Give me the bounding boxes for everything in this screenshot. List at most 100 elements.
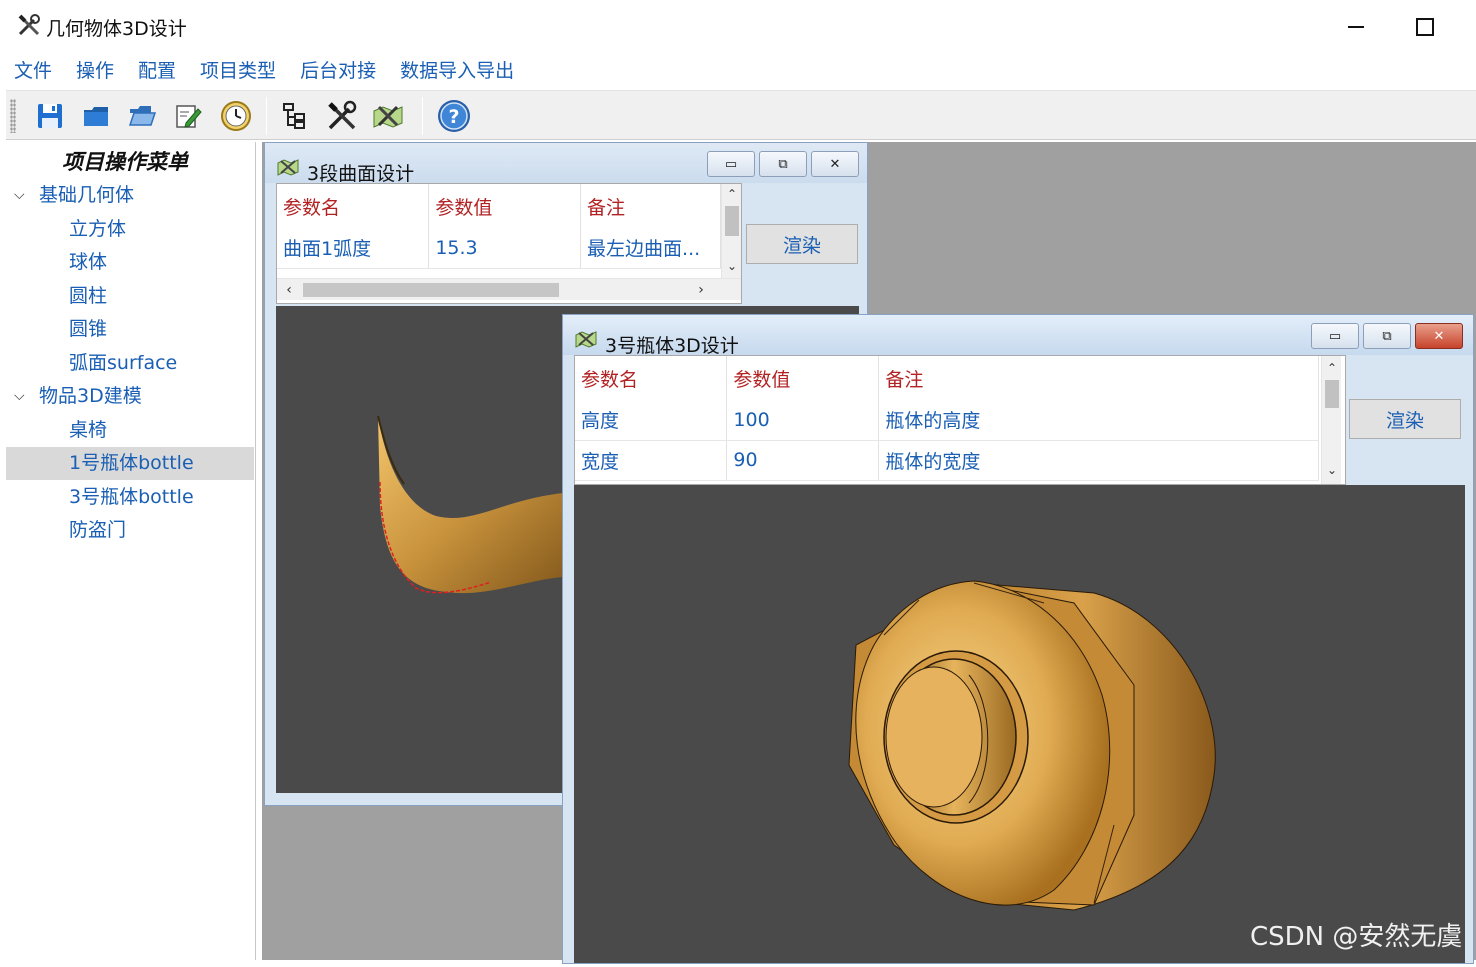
render-button[interactable]: 渲染 [1349, 399, 1461, 439]
table-cell[interactable]: 宽度 [575, 440, 728, 481]
tree-item-cone[interactable]: 圆锥 [6, 313, 254, 346]
toolbar-grip[interactable] [10, 99, 16, 133]
scroll-thumb[interactable] [1325, 380, 1339, 408]
scroll-down-icon[interactable]: ⌄ [722, 256, 742, 276]
table-header-row: 参数名 参数值 备注 [575, 356, 1319, 400]
scroll-down-icon[interactable]: ⌄ [1322, 460, 1342, 480]
clock-icon [221, 101, 251, 131]
tree-group-item-3d-modeling[interactable]: ⌵ 物品3D建模 [6, 380, 254, 413]
maximize-button[interactable] [1394, 8, 1454, 44]
tree-group-label: 基础几何体 [39, 184, 135, 206]
minimize-button[interactable] [1326, 8, 1386, 44]
window-restore-button[interactable]: ⧉ [759, 151, 807, 177]
tree-item-bottle-3[interactable]: 3号瓶体bottle [6, 481, 254, 514]
map-tools-button[interactable] [368, 97, 408, 135]
tree-item-label: 球体 [69, 251, 108, 273]
window-close-button[interactable]: ✕ [811, 151, 859, 177]
window-title-bar[interactable]: 3号瓶体3D设计 ▭ ⧉ ✕ [563, 315, 1473, 357]
edit-button[interactable] [168, 97, 208, 135]
table-cell[interactable]: 曲面1弧度 [277, 228, 430, 269]
tree-item-bottle-1[interactable]: 1号瓶体bottle [6, 447, 254, 480]
tree-item-label: 3号瓶体bottle [69, 486, 194, 508]
tree-item-label: 1号瓶体bottle [69, 452, 194, 474]
table-row[interactable]: 曲面1弧度 15.3 最左边曲面... [277, 228, 721, 269]
tree-item-surface[interactable]: 弧面surface [6, 347, 254, 380]
tree-item-security-door[interactable]: 防盗门 [6, 514, 254, 547]
tree-item-label: 防盗门 [69, 519, 127, 541]
3d-viewport[interactable] [574, 485, 1465, 963]
table-header-row: 参数名 参数值 备注 [277, 184, 721, 228]
toolbar-separator [422, 97, 423, 135]
table-cell[interactable]: 100 [726, 400, 880, 441]
tree-item-label: 弧面surface [69, 352, 178, 374]
chevron-down-icon[interactable]: ⌵ [14, 179, 34, 212]
table-cell[interactable]: 高度 [575, 400, 728, 441]
table-row[interactable]: 宽度 90 瓶体的宽度 [575, 440, 1319, 481]
help-button[interactable]: ? [434, 97, 474, 135]
tree-item-table-chair[interactable]: 桌椅 [6, 414, 254, 447]
history-button[interactable] [216, 97, 256, 135]
menu-backend[interactable]: 后台对接 [300, 54, 376, 90]
scroll-right-icon[interactable]: › [691, 279, 711, 301]
param-table-panel: 参数名 参数值 备注 曲面1弧度 15.3 最左边曲面... ⌃ ⌄ ‹ › [276, 183, 742, 304]
table-cell[interactable]: 瓶体的高度 [878, 400, 1319, 441]
tree-item-cube[interactable]: 立方体 [6, 213, 254, 246]
save-button[interactable] [30, 97, 70, 135]
tools-icon [328, 100, 357, 130]
menu-operate[interactable]: 操作 [76, 54, 114, 90]
horizontal-scrollbar[interactable]: ‹ › [277, 278, 741, 300]
open-button[interactable] [122, 97, 162, 135]
window-minimize-button[interactable]: ▭ [707, 151, 755, 177]
menu-data-io[interactable]: 数据导入导出 [400, 54, 514, 90]
menu-bar: 文件 操作 配置 项目类型 后台对接 数据导入导出 [0, 54, 1476, 90]
vertical-scrollbar[interactable]: ⌃ ⌄ [1321, 356, 1341, 484]
menu-file[interactable]: 文件 [14, 54, 52, 90]
table-cell[interactable]: 90 [726, 440, 880, 481]
table-cell[interactable]: 最左边曲面... [580, 228, 721, 269]
window-close-button[interactable]: ✕ [1415, 323, 1463, 349]
table-row[interactable]: 高度 100 瓶体的高度 [575, 400, 1319, 441]
table-cell[interactable]: 15.3 [428, 228, 582, 269]
window-title-bar[interactable]: 3段曲面设计 ▭ ⧉ ✕ [265, 143, 867, 185]
window-restore-button[interactable]: ⧉ [1363, 323, 1411, 349]
render-button[interactable]: 渲染 [746, 224, 858, 264]
column-header: 备注 [878, 356, 1319, 400]
scroll-thumb[interactable] [725, 206, 739, 236]
sidebar-title: 项目操作菜单 [62, 150, 188, 174]
column-header: 参数名 [277, 184, 430, 228]
param-table: 参数名 参数值 备注 曲面1弧度 15.3 最左边曲面... [277, 184, 721, 269]
svg-text:?: ? [448, 106, 459, 128]
bottle-design-window: 3号瓶体3D设计 ▭ ⧉ ✕ 参数名 参数值 备注 高度 100 瓶体的高度 宽… [562, 314, 1474, 964]
tools-map-icon [277, 159, 299, 176]
menu-config[interactable]: 配置 [138, 54, 176, 90]
column-header: 参数值 [726, 356, 880, 400]
scroll-up-icon[interactable]: ⌃ [722, 184, 742, 204]
folder-icon [84, 107, 108, 126]
title-bar: 几何物体3D设计 [0, 0, 1476, 52]
column-header: 备注 [580, 184, 721, 228]
tree-item-label: 立方体 [69, 218, 127, 240]
tree-item-sphere[interactable]: 球体 [6, 246, 254, 279]
window-minimize-button[interactable]: ▭ [1311, 323, 1359, 349]
vertical-scrollbar[interactable]: ⌃ ⌄ [721, 184, 741, 278]
watermark: CSDN @安然无虞 [1250, 922, 1463, 952]
tree-group-basic-geometry[interactable]: ⌵ 基础几何体 [6, 179, 254, 212]
scroll-left-icon[interactable]: ‹ [279, 279, 299, 301]
table-cell[interactable]: 瓶体的宽度 [878, 440, 1319, 481]
app-window: 几何物体3D设计 文件 操作 配置 项目类型 后台对接 数据导入导出 ? 项目操… [0, 0, 1476, 964]
scroll-thumb[interactable] [303, 283, 559, 297]
tree-item-cylinder[interactable]: 圆柱 [6, 280, 254, 313]
tree-item-label: 圆锥 [69, 318, 108, 340]
tree-icon [283, 103, 305, 129]
chevron-down-icon[interactable]: ⌵ [14, 380, 34, 413]
menu-project-type[interactable]: 项目类型 [200, 54, 276, 90]
toolbar: ? [6, 90, 1476, 140]
tree-item-label: 桌椅 [69, 419, 108, 441]
save-icon [38, 104, 62, 128]
edit-icon [176, 105, 202, 128]
window-title: 3号瓶体3D设计 [605, 335, 739, 357]
tools-button[interactable] [322, 97, 362, 135]
tree-button[interactable] [274, 97, 314, 135]
new-project-button[interactable] [76, 97, 116, 135]
scroll-up-icon[interactable]: ⌃ [1322, 358, 1342, 378]
